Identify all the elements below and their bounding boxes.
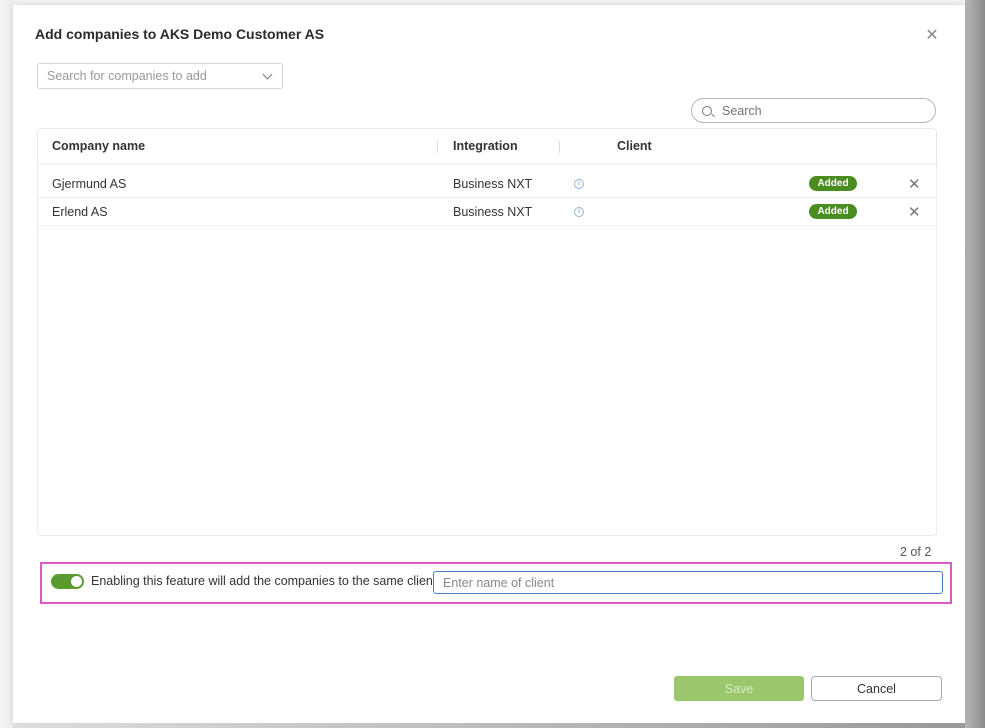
company-name-cell: Gjermund AS	[52, 177, 127, 191]
dialog-title: Add companies to AKS Demo Customer AS	[35, 26, 325, 42]
table-search-field[interactable]	[691, 98, 936, 123]
scrollbar[interactable]	[965, 0, 985, 728]
status-badge: Added	[809, 204, 857, 219]
save-button[interactable]: Save	[674, 676, 804, 701]
integration-cell: Business NXT	[453, 177, 533, 191]
page-backdrop	[0, 0, 14, 728]
same-client-label: Enabling this feature will add the compa…	[91, 574, 437, 588]
same-client-toggle[interactable]	[51, 574, 84, 589]
close-icon: ✕	[925, 27, 939, 44]
dialog-shadow	[13, 723, 965, 728]
chevron-down-icon	[262, 69, 273, 80]
company-select-placeholder: Search for companies to add	[47, 69, 207, 83]
table-header: Company name Integration Client	[38, 129, 936, 163]
info-icon[interactable]: i	[574, 207, 584, 217]
cancel-button[interactable]: Cancel	[811, 676, 942, 701]
table-row: Erlend AS Business NXT i Added ✕	[38, 198, 936, 226]
status-badge: Added	[809, 176, 857, 191]
search-input[interactable]	[722, 103, 912, 118]
info-icon[interactable]: i	[574, 179, 584, 189]
column-header-client[interactable]: Client	[617, 139, 652, 153]
remove-row-button[interactable]: ✕	[908, 203, 921, 221]
column-header-company-name[interactable]: Company name	[52, 139, 145, 153]
column-divider[interactable]	[437, 141, 438, 153]
integration-cell: Business NXT	[453, 205, 533, 219]
column-divider[interactable]	[559, 141, 560, 153]
company-name-cell: Erlend AS	[52, 205, 108, 219]
remove-row-button[interactable]: ✕	[908, 175, 921, 193]
client-name-input[interactable]	[433, 571, 943, 594]
pagination-count: 2 of 2	[900, 545, 932, 559]
search-icon	[702, 105, 712, 116]
close-dialog-button[interactable]: ✕	[925, 27, 939, 44]
company-search-select[interactable]: Search for companies to add	[37, 63, 283, 89]
toggle-knob	[71, 576, 82, 587]
companies-table: Company name Integration Client Gjermund…	[37, 128, 937, 536]
table-row: Gjermund AS Business NXT i Added ✕	[38, 170, 936, 198]
column-header-integration[interactable]: Integration	[453, 139, 518, 153]
